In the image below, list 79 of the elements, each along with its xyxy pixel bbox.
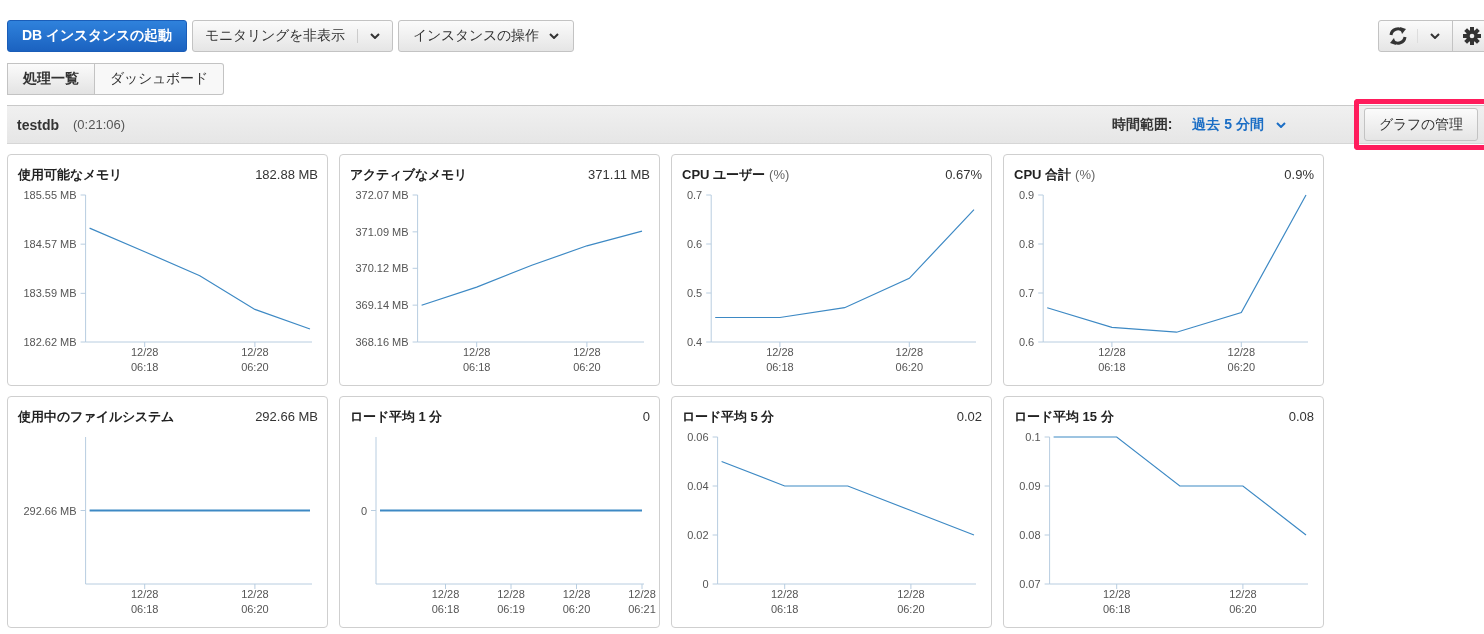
current-value: 182.88 MB xyxy=(255,167,318,182)
y-tick-label: 0.09 xyxy=(1019,480,1041,492)
y-tick-label: 0.6 xyxy=(1018,336,1035,348)
y-tick-label: 0.7 xyxy=(686,191,703,201)
current-value: 0 xyxy=(642,409,650,424)
chart-title: CPU 合計 xyxy=(1014,166,1072,184)
chart-title: アクティブなメモリ xyxy=(350,166,467,184)
time-range-label: 時間範囲: xyxy=(1111,115,1173,134)
view-tab[interactable]: ダッシュボード xyxy=(95,63,224,95)
x-tick-label: 12/28 06:19 xyxy=(497,588,525,615)
x-tick-label: 12/28 06:18 xyxy=(130,588,159,615)
x-tick-label: 12/28 06:20 xyxy=(241,588,269,615)
y-tick-label: 0.04 xyxy=(687,480,709,492)
caret-icon xyxy=(1430,33,1440,39)
x-tick-label: 12/28 06:18 xyxy=(1102,588,1131,615)
y-tick-label: 0.4 xyxy=(686,336,703,348)
caret-icon xyxy=(1276,121,1286,128)
x-tick-label: 12/28 06:18 xyxy=(431,588,460,615)
launch-button[interactable]: DB インスタンスの起動 xyxy=(7,20,188,52)
time-range-dropdown[interactable]: 過去 5 分間 xyxy=(1192,115,1286,134)
x-tick-label: 12/28 06:18 xyxy=(770,588,799,615)
chart-title: ロード平均 5 分 xyxy=(682,408,775,426)
x-tick-label: 12/28 06:20 xyxy=(895,346,924,373)
current-value: 371.11 MB xyxy=(588,167,650,182)
chart-title: ロード平均 15 分 xyxy=(1014,408,1114,426)
monitoring-toggle-button[interactable]: モニタリングを非表示 xyxy=(193,21,358,51)
uptime-text: (0:21:06) xyxy=(73,117,126,132)
y-tick-label: 292.66 MB xyxy=(23,504,77,517)
y-tick-label: 184.57 MB xyxy=(23,238,77,251)
y-tick-label: 368.16 MB xyxy=(355,336,409,348)
chart-title: CPU ユーザー xyxy=(682,166,766,184)
y-tick-label: 183.59 MB xyxy=(23,287,77,300)
y-tick-label: 0.5 xyxy=(686,287,703,299)
instance-name: testdb xyxy=(17,116,59,133)
caret-icon xyxy=(549,33,560,39)
y-tick-label: 0.06 xyxy=(687,433,709,443)
y-tick-label: 372.07 MB xyxy=(355,191,409,201)
caret-icon xyxy=(370,33,381,39)
current-value: 0.9% xyxy=(1284,167,1314,182)
y-tick-label: 0 xyxy=(360,504,367,517)
chart-title: 使用中のファイルシステム xyxy=(18,408,174,426)
unit-label: (%) xyxy=(1075,167,1096,182)
x-tick-label: 12/28 06:18 xyxy=(462,346,491,373)
current-value: 0.67% xyxy=(945,167,982,182)
y-tick-label: 0.07 xyxy=(1019,578,1041,590)
y-tick-label: 182.62 MB xyxy=(23,336,77,348)
x-tick-label: 12/28 06:20 xyxy=(1229,588,1257,615)
x-tick-label: 12/28 06:20 xyxy=(1227,346,1256,373)
y-tick-label: 370.12 MB xyxy=(355,262,409,275)
x-tick-label: 12/28 06:20 xyxy=(573,346,601,373)
y-tick-label: 0.08 xyxy=(1019,529,1041,541)
x-tick-label: 12/28 06:21 xyxy=(628,588,656,615)
x-tick-label: 12/28 06:18 xyxy=(1098,346,1126,373)
y-tick-label: 0.7 xyxy=(1018,287,1035,299)
settings-icon xyxy=(1463,27,1481,45)
y-tick-label: 185.55 MB xyxy=(23,191,77,201)
y-tick-label: 0 xyxy=(702,578,709,590)
refresh-icon xyxy=(1387,26,1409,46)
y-tick-label: 0.1 xyxy=(1025,433,1041,443)
y-tick-label: 0.8 xyxy=(1018,238,1035,250)
y-tick-label: 0.02 xyxy=(687,529,709,541)
x-tick-label: 12/28 06:20 xyxy=(562,588,591,615)
chart-title: ロード平均 1 分 xyxy=(350,408,443,426)
y-tick-label: 0.9 xyxy=(1018,191,1035,201)
x-tick-label: 12/28 06:18 xyxy=(766,346,794,373)
x-tick-label: 12/28 06:20 xyxy=(241,346,269,373)
y-tick-label: 371.09 MB xyxy=(355,225,409,238)
manage-graphs-button[interactable]: グラフの管理 xyxy=(1364,108,1478,141)
y-tick-label: 0.6 xyxy=(686,238,703,250)
current-value: 0.02 xyxy=(956,409,982,424)
y-tick-label: 369.14 MB xyxy=(355,299,409,312)
x-tick-label: 12/28 06:20 xyxy=(897,588,925,615)
chart-title: 使用可能なメモリ xyxy=(18,166,122,184)
unit-label: (%) xyxy=(769,167,790,182)
view-tab[interactable]: 処理一覧 xyxy=(7,63,95,95)
current-value: 0.08 xyxy=(1288,409,1314,424)
current-value: 292.66 MB xyxy=(255,409,318,424)
x-tick-label: 12/28 06:18 xyxy=(130,346,159,373)
actions-dropdown[interactable]: インスタンスの操作 xyxy=(398,20,575,52)
